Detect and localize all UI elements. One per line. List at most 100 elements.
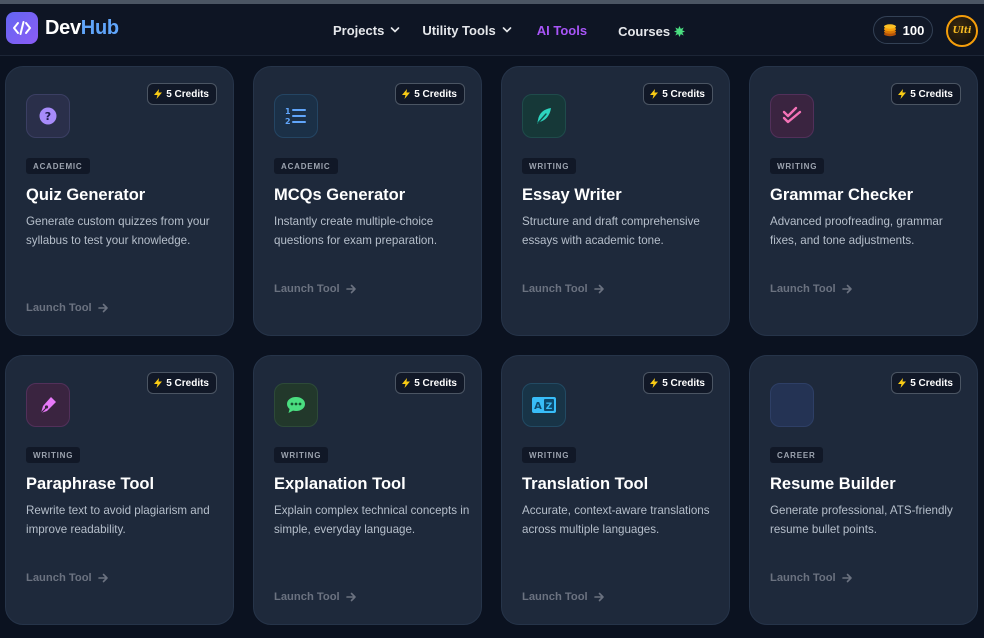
credits-badge: 5 Credits: [395, 83, 465, 105]
tool-card-explanation-tool[interactable]: 5 Credits WRITING Explanation Tool Expla…: [253, 355, 482, 625]
svg-text:Z: Z: [546, 402, 553, 412]
category-tag: CAREER: [770, 447, 823, 463]
nav-courses[interactable]: Courses: [618, 24, 686, 39]
nav-ai-tools-label: AI Tools: [536, 22, 588, 38]
launch-tool-link[interactable]: Launch Tool: [522, 591, 605, 603]
launch-tool-link[interactable]: Launch Tool: [26, 302, 109, 314]
credits-badge: 5 Credits: [643, 83, 713, 105]
lightning-icon: [402, 89, 411, 99]
nav-projects[interactable]: Projects: [333, 23, 400, 38]
tool-description: Structure and draft comprehensive essays…: [522, 215, 700, 247]
app-name-hub: Hub: [80, 16, 119, 39]
arrow-right-icon: [841, 573, 853, 583]
tool-card-grammar-checker[interactable]: 5 Credits WRITING Grammar Checker Advanc…: [749, 66, 978, 336]
lightning-icon: [898, 378, 907, 388]
credits-badge-label: 5 Credits: [414, 377, 457, 389]
arrow-right-icon: [593, 284, 605, 294]
svg-text:?: ?: [45, 110, 51, 123]
launch-tool-label: Launch Tool: [26, 572, 92, 584]
credits-badge: 5 Credits: [147, 372, 217, 394]
feather-icon: [522, 94, 566, 138]
arrow-right-icon: [97, 573, 109, 583]
tool-title: Grammar Checker: [770, 186, 914, 204]
tool-description: Generate professional, ATS-friendly resu…: [770, 504, 953, 536]
avatar[interactable]: Ulti: [946, 15, 978, 47]
double-check-icon: [770, 94, 814, 138]
translate-icon: A Z: [522, 383, 566, 427]
credits-badge-label: 5 Credits: [910, 88, 953, 100]
nav-utility-tools[interactable]: Utility Tools: [422, 22, 512, 38]
new-sparkle-icon: [674, 26, 686, 37]
chevron-down-icon: [390, 25, 400, 35]
coins-icon: [882, 22, 898, 38]
credits-badge: 5 Credits: [891, 372, 961, 394]
credits-badge-label: 5 Credits: [662, 88, 705, 100]
category-tag: WRITING: [274, 447, 329, 463]
nav-utility-tools-label: Utility Tools: [422, 22, 496, 38]
tool-title: Translation Tool: [522, 475, 649, 493]
arrow-right-icon: [97, 303, 109, 313]
credits-badge-label: 5 Credits: [662, 377, 705, 389]
resume-icon: [770, 383, 814, 427]
tool-description: Instantly create multiple-choice questio…: [274, 215, 438, 247]
launch-tool-link[interactable]: Launch Tool: [770, 283, 853, 295]
lightning-icon: [154, 89, 163, 99]
app-logo[interactable]: DevHub: [6, 12, 119, 44]
arrow-right-icon: [841, 284, 853, 294]
tool-card-mcqs-generator[interactable]: 5 Credits 1 2 ACADEMIC MCQs Generator In…: [253, 66, 482, 336]
launch-tool-label: Launch Tool: [522, 283, 588, 295]
launch-tool-link[interactable]: Launch Tool: [26, 572, 109, 584]
lightning-icon: [898, 89, 907, 99]
tool-title: MCQs Generator: [274, 186, 406, 204]
nav-courses-label: Courses: [618, 24, 671, 39]
tool-description: Advanced proofreading, grammar fixes, an…: [770, 215, 943, 247]
code-brackets-icon: [6, 12, 38, 44]
launch-tool-label: Launch Tool: [522, 591, 588, 603]
launch-tool-link[interactable]: Launch Tool: [770, 572, 853, 584]
launch-tool-link[interactable]: Launch Tool: [522, 283, 605, 295]
launch-tool-label: Launch Tool: [770, 572, 836, 584]
launch-tool-link[interactable]: Launch Tool: [274, 283, 357, 295]
arrow-right-icon: [345, 284, 357, 294]
app-name-dev: Dev: [45, 16, 81, 39]
tool-card-quiz-generator[interactable]: 5 Credits ? ACADEMIC Quiz Generator Gene…: [5, 66, 234, 336]
launch-tool-link[interactable]: Launch Tool: [274, 591, 357, 603]
category-tag: ACADEMIC: [274, 158, 338, 174]
svg-text:A: A: [534, 401, 542, 412]
pen-nib-icon: [26, 383, 70, 427]
lightning-icon: [154, 378, 163, 388]
credits-badge-label: 5 Credits: [910, 377, 953, 389]
launch-tool-label: Launch Tool: [274, 591, 340, 603]
category-tag: WRITING: [522, 447, 577, 463]
lightning-icon: [402, 378, 411, 388]
svg-text:1: 1: [285, 107, 291, 116]
tool-title: Explanation Tool: [274, 475, 406, 493]
credits-badge-label: 5 Credits: [166, 88, 209, 100]
nav-ai-tools[interactable]: AI Tools: [537, 23, 587, 38]
svg-text:2: 2: [285, 117, 291, 126]
credits-badge: 5 Credits: [891, 83, 961, 105]
tool-description: Explain complex technical concepts in si…: [274, 504, 470, 536]
credits-badge: 5 Credits: [395, 372, 465, 394]
credits-badge-label: 5 Credits: [166, 377, 209, 389]
tool-card-essay-writer[interactable]: 5 Credits WRITING Essay Writer Structure…: [501, 66, 730, 336]
tool-card-paraphrase-tool[interactable]: 5 Credits WRITING Paraphrase Tool Rewrit…: [5, 355, 234, 625]
category-tag: WRITING: [26, 447, 81, 463]
lightning-icon: [650, 378, 659, 388]
avatar-text: Ulti: [952, 26, 972, 36]
top-navbar: DevHub Projects Utility Tools AI Tools C…: [0, 4, 984, 56]
category-tag: WRITING: [522, 158, 577, 174]
credits-badge-label: 5 Credits: [414, 88, 457, 100]
launch-tool-label: Launch Tool: [274, 283, 340, 295]
arrow-right-icon: [593, 592, 605, 602]
credits-balance[interactable]: 100: [873, 16, 933, 44]
tool-card-translation-tool[interactable]: 5 Credits A Z WRITING Translation Tool A…: [501, 355, 730, 625]
tool-description: Rewrite text to avoid plagiarism and imp…: [26, 504, 210, 536]
credits-badge: 5 Credits: [147, 83, 217, 105]
nav-projects-label: Projects: [333, 22, 385, 38]
question-icon: ?: [26, 94, 70, 138]
tool-card-resume-builder[interactable]: 5 Credits CAREER Resume Builder Generate…: [749, 355, 978, 625]
chevron-down-icon: [502, 25, 512, 35]
launch-tool-label: Launch Tool: [26, 302, 92, 314]
tool-title: Paraphrase Tool: [26, 475, 155, 493]
